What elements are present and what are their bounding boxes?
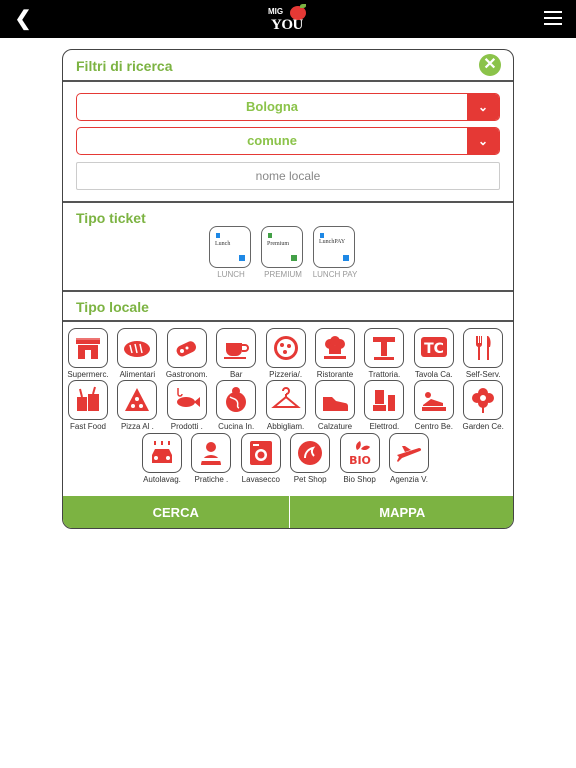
- province-select[interactable]: Bologna ⌄: [76, 93, 500, 121]
- locale-type-item[interactable]: TC Tavola Ca.: [411, 328, 457, 379]
- pet-icon[interactable]: [290, 433, 331, 473]
- locale-type-label: Self-Serv.: [465, 370, 501, 379]
- ticket-label: LUNCH: [217, 270, 245, 279]
- ticket-types: Lunch LUNCH Premium PREMIUM LunchPAY LUN…: [209, 226, 369, 282]
- locale-type-item[interactable]: Prodotti .: [164, 380, 210, 431]
- province-value: Bologna: [246, 99, 298, 114]
- fast-food-icon[interactable]: [68, 380, 108, 420]
- locale-type-item[interactable]: Elettrod.: [361, 380, 407, 431]
- ticket-mark-icon: [291, 255, 297, 261]
- pizza-slice-icon[interactable]: [117, 380, 158, 420]
- ticket-premium-card[interactable]: Premium: [261, 226, 303, 268]
- spa-icon[interactable]: [413, 380, 454, 420]
- locale-type-item[interactable]: Pet Shop: [287, 433, 333, 484]
- locale-type-item[interactable]: Cucina In.: [213, 380, 259, 431]
- cerca-button[interactable]: CERCA: [63, 496, 290, 528]
- mappa-button[interactable]: MAPPA: [289, 496, 513, 528]
- locale-type-item[interactable]: Fast Food: [65, 380, 111, 431]
- hamburger-menu-icon[interactable]: [544, 11, 562, 25]
- locale-type-label: Garden Ce.: [462, 422, 504, 431]
- ticket-mark-icon: [216, 233, 220, 238]
- chevron-down-icon[interactable]: ⌄: [467, 94, 499, 120]
- locale-type-item[interactable]: Lavasecco: [238, 433, 284, 484]
- ticket-card-text: Lunch: [215, 241, 231, 247]
- locale-type-item[interactable]: Garden Ce.: [460, 380, 506, 431]
- close-icon[interactable]: ✕: [479, 54, 501, 76]
- ticket-label: PREMIUM: [264, 270, 302, 279]
- pizza-icon[interactable]: [265, 328, 306, 368]
- tipo-locale-title: Tipo locale: [76, 299, 149, 315]
- tipo-ticket-title: Tipo ticket: [76, 210, 146, 226]
- ticket-lunch-pay[interactable]: LunchPAY LUNCH PAY: [313, 226, 357, 279]
- ticket-card-text: Premium: [267, 241, 289, 247]
- washing-machine-icon[interactable]: [240, 433, 281, 473]
- shoe-icon[interactable]: [315, 380, 355, 420]
- locale-type-label: Agenzia V.: [390, 475, 428, 484]
- filter-panel: Filtri di ricerca ✕ Bologna ⌄ comune ⌄ T…: [62, 49, 514, 529]
- tavola-calda-icon[interactable]: TC: [413, 328, 454, 368]
- divider: [63, 80, 513, 82]
- blender-icon[interactable]: [364, 380, 405, 420]
- ticket-label: LUNCH PAY: [312, 270, 358, 279]
- leaf-icon: [300, 4, 306, 8]
- divider: [63, 290, 513, 292]
- locale-type-item[interactable]: Gastronom.: [164, 328, 210, 379]
- action-bar: CERCA MAPPA: [63, 496, 513, 528]
- fork-knife-icon[interactable]: [463, 328, 504, 368]
- bio-leaf-icon[interactable]: BIO: [339, 433, 380, 473]
- chevron-down-icon[interactable]: ⌄: [467, 128, 499, 154]
- app-logo: MIG YOU: [266, 4, 310, 36]
- divider: [63, 201, 513, 203]
- locale-type-item[interactable]: Centro Be.: [411, 380, 457, 431]
- ticket-premium[interactable]: Premium PREMIUM: [261, 226, 305, 279]
- svg-text:TC: TC: [424, 341, 444, 357]
- locale-type-item[interactable]: Alimentari: [114, 328, 160, 379]
- locale-type-item[interactable]: Trattoria.: [361, 328, 407, 379]
- locale-type-item[interactable]: Self-Serv.: [460, 328, 506, 379]
- ticket-lunchpay-card[interactable]: LunchPAY: [313, 226, 355, 268]
- locale-type-item[interactable]: Ristorante: [312, 328, 358, 379]
- clerk-icon[interactable]: [191, 433, 232, 473]
- locale-type-item[interactable]: Autolavag.: [139, 433, 185, 484]
- ticket-mark-icon: [343, 255, 349, 261]
- salami-icon[interactable]: [166, 328, 207, 368]
- ticket-lunch[interactable]: Lunch LUNCH: [209, 226, 253, 279]
- locale-type-item[interactable]: Supermerc.: [65, 328, 111, 379]
- apple-icon: [290, 6, 306, 20]
- locale-type-item[interactable]: Pizza Al .: [114, 380, 160, 431]
- filters-title: Filtri di ricerca: [76, 58, 173, 74]
- back-arrow-icon[interactable]: ❮: [12, 8, 34, 30]
- globe-chef-icon[interactable]: [216, 380, 257, 420]
- locale-type-item[interactable]: Pratiche .: [188, 433, 234, 484]
- shop-icon[interactable]: [68, 328, 108, 368]
- svg-text:BIO: BIO: [349, 454, 371, 467]
- chef-hat-icon[interactable]: [315, 328, 355, 368]
- locale-type-item[interactable]: Calzature: [312, 380, 358, 431]
- comune-value: comune: [247, 133, 297, 148]
- airplane-icon[interactable]: [389, 433, 429, 473]
- ticket-lunch-card[interactable]: Lunch: [209, 226, 251, 268]
- locale-type-item[interactable]: Abbigliam.: [263, 380, 309, 431]
- locale-type-item[interactable]: Pizzeria/.: [263, 328, 309, 379]
- fish-icon[interactable]: [166, 380, 207, 420]
- bread-icon[interactable]: [117, 328, 158, 368]
- ticket-mark-icon: [320, 233, 324, 238]
- coffee-cup-icon[interactable]: [216, 328, 257, 368]
- trattoria-t-icon[interactable]: [364, 328, 405, 368]
- ticket-card-text: LunchPAY: [319, 239, 346, 245]
- flower-icon[interactable]: [463, 380, 504, 420]
- logo-text-top: MIG: [268, 7, 284, 16]
- locale-type-item[interactable]: Bar: [213, 328, 259, 379]
- nome-locale-input[interactable]: [76, 162, 500, 190]
- ticket-mark-icon: [239, 255, 245, 261]
- top-bar: ❮ MIG YOU: [0, 0, 576, 38]
- locale-type-item[interactable]: BIO Bio Shop: [337, 433, 383, 484]
- car-wash-icon[interactable]: [142, 433, 182, 473]
- divider: [63, 320, 513, 322]
- comune-select[interactable]: comune ⌄: [76, 127, 500, 155]
- ticket-mark-icon: [268, 233, 272, 238]
- locale-type-item[interactable]: Agenzia V.: [386, 433, 432, 484]
- hanger-icon[interactable]: [265, 380, 306, 420]
